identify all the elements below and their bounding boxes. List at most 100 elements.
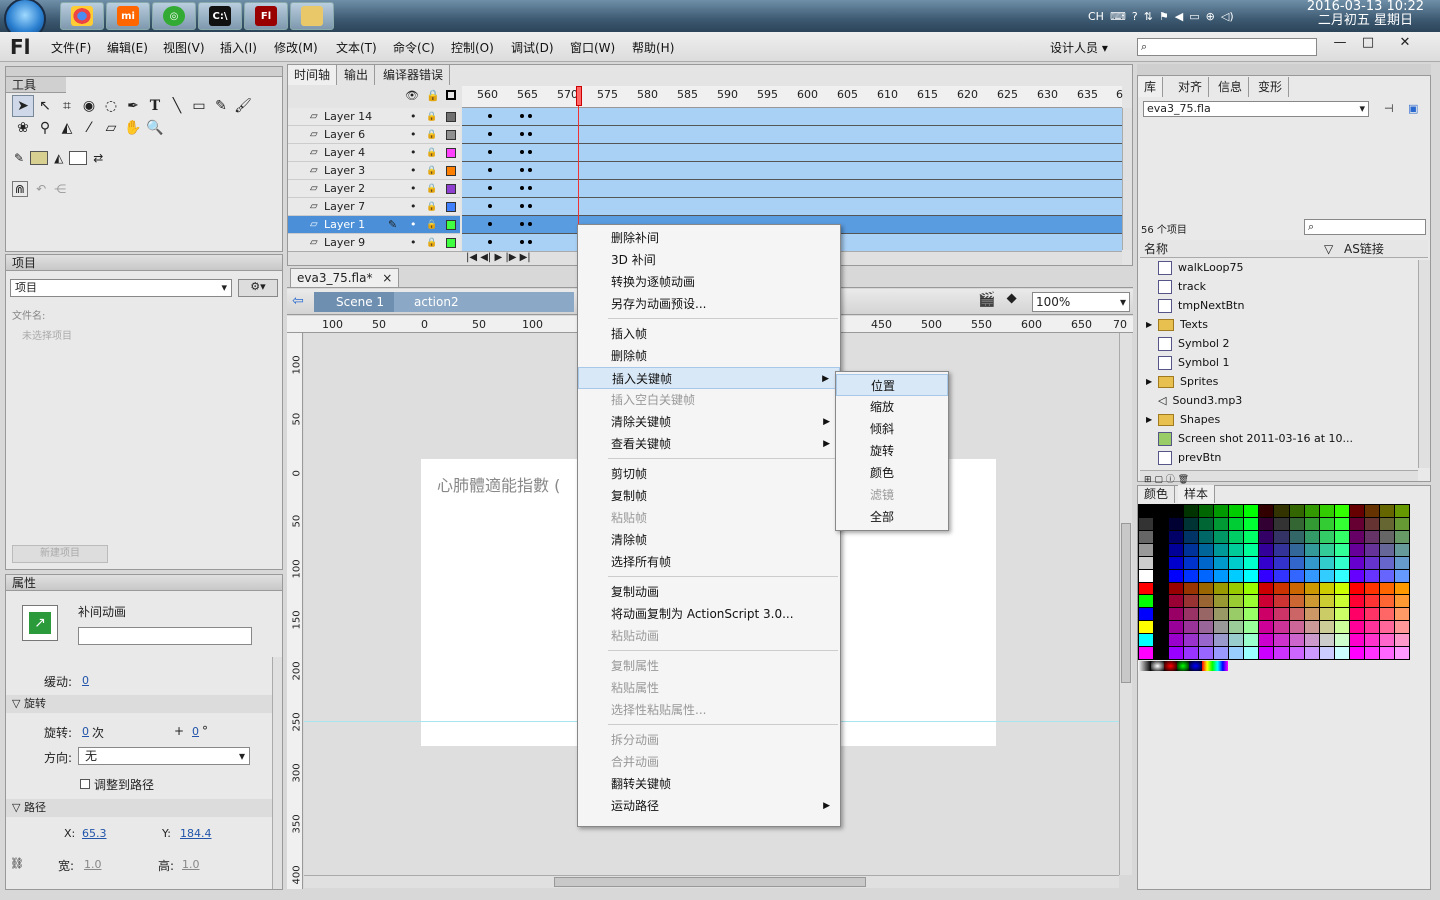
color-swatch[interactable] bbox=[1214, 647, 1229, 659]
color-swatch[interactable] bbox=[1139, 621, 1154, 634]
context-menu-item[interactable]: 插入关键帧 ▶ bbox=[578, 367, 840, 389]
color-swatch[interactable] bbox=[1394, 595, 1409, 608]
color-swatch[interactable] bbox=[1334, 543, 1349, 556]
lock-icon[interactable]: 🔒 bbox=[426, 89, 440, 102]
lasso-tool-icon[interactable]: ◌ bbox=[100, 95, 122, 117]
tab-transform[interactable]: 变形 bbox=[1252, 77, 1290, 97]
scroll-thumb[interactable] bbox=[554, 877, 866, 887]
new-symbol-icon[interactable]: ⊞ ▢ ⓘ 🗑 bbox=[1140, 475, 1189, 485]
width-value[interactable]: 1.0 bbox=[84, 858, 102, 871]
taskbar-app-terminal[interactable]: C:\ bbox=[198, 2, 242, 30]
keyframe-marker[interactable] bbox=[488, 132, 492, 136]
color-swatch[interactable] bbox=[1334, 608, 1349, 621]
scroll-thumb[interactable] bbox=[1121, 523, 1131, 683]
rotation-section-header[interactable]: ▽ 旋转 bbox=[6, 695, 272, 713]
color-swatch[interactable] bbox=[1379, 595, 1394, 608]
color-swatch[interactable] bbox=[1184, 595, 1199, 608]
menu-view[interactable]: 视图(V) bbox=[163, 39, 205, 56]
menu-text[interactable]: 文本(T) bbox=[336, 39, 377, 56]
layer-outline-color[interactable] bbox=[446, 165, 456, 176]
color-swatch[interactable] bbox=[1274, 517, 1289, 530]
keyframe-marker[interactable] bbox=[488, 168, 492, 172]
bone-tool-icon[interactable]: ⚲ bbox=[34, 117, 56, 139]
color-swatch[interactable] bbox=[1349, 556, 1364, 569]
speaker-icon[interactable]: ◁) bbox=[1221, 10, 1234, 23]
keyframe-marker[interactable] bbox=[520, 204, 524, 208]
layer-name[interactable]: Layer 7 bbox=[324, 200, 394, 213]
keyframe-marker[interactable] bbox=[520, 240, 524, 244]
color-swatch[interactable] bbox=[1334, 569, 1349, 582]
keyframe-marker[interactable] bbox=[520, 222, 524, 226]
library-search-input[interactable]: ⌕ bbox=[1304, 219, 1426, 235]
visibility-dot-icon[interactable]: • bbox=[410, 236, 417, 249]
keyframe-marker[interactable] bbox=[520, 186, 524, 190]
color-swatch[interactable] bbox=[1154, 543, 1169, 556]
taskbar-app-explorer[interactable] bbox=[290, 2, 334, 30]
color-swatch[interactable] bbox=[1259, 530, 1274, 543]
keyframe-marker[interactable] bbox=[528, 204, 532, 208]
snap-magnet-icon[interactable]: ⋒ bbox=[12, 181, 29, 197]
sort-icon[interactable]: ▽ bbox=[1324, 240, 1333, 258]
color-swatch[interactable] bbox=[1244, 505, 1259, 517]
keyframe-marker[interactable] bbox=[520, 132, 524, 136]
expand-arrow-icon[interactable]: ▶ bbox=[1146, 415, 1152, 424]
color-swatch[interactable] bbox=[1319, 582, 1334, 595]
help-icon[interactable]: ? bbox=[1132, 10, 1138, 23]
visibility-dot-icon[interactable]: • bbox=[410, 128, 417, 141]
color-swatch[interactable] bbox=[1259, 569, 1274, 582]
lock-icon[interactable]: 🔒 bbox=[426, 166, 437, 176]
context-menu-item[interactable]: 选择所有帧 bbox=[578, 551, 840, 573]
color-swatch[interactable] bbox=[1394, 505, 1409, 517]
layer-row[interactable]: ▱ Layer 4 • 🔒 bbox=[288, 144, 460, 162]
context-menu-item[interactable]: 清除关键帧 ▶ bbox=[578, 411, 840, 433]
color-swatch[interactable] bbox=[1379, 569, 1394, 582]
keyframe-marker[interactable] bbox=[528, 222, 532, 226]
color-swatch[interactable] bbox=[1154, 634, 1169, 647]
stroke-color-swatch[interactable] bbox=[30, 151, 49, 165]
library-item[interactable]: walkLoop75 bbox=[1142, 258, 1244, 277]
color-swatch[interactable] bbox=[1349, 569, 1364, 582]
frame-span[interactable] bbox=[462, 108, 1122, 126]
context-menu-item[interactable]: 复制动画 bbox=[578, 581, 840, 603]
color-swatch[interactable] bbox=[1394, 569, 1409, 582]
gradient-swatch[interactable] bbox=[1138, 661, 1151, 671]
layer-outline-color[interactable] bbox=[446, 183, 456, 194]
layer-name[interactable]: Layer 14 bbox=[324, 110, 394, 123]
color-swatch[interactable] bbox=[1259, 505, 1274, 517]
taskbar-app-chrome[interactable] bbox=[60, 2, 104, 30]
color-swatch[interactable] bbox=[1379, 556, 1394, 569]
edit-scene-icon[interactable]: 🎬 bbox=[978, 292, 995, 308]
color-swatch[interactable] bbox=[1349, 634, 1364, 647]
properties-scrollbar[interactable] bbox=[272, 657, 282, 889]
color-swatch[interactable] bbox=[1139, 517, 1154, 530]
zoom-dropdown[interactable]: 100% ▾ bbox=[1032, 292, 1130, 312]
swap-colors-icon[interactable]: ⇄ bbox=[93, 151, 103, 165]
color-swatch[interactable] bbox=[1349, 530, 1364, 543]
color-swatch[interactable] bbox=[1139, 634, 1154, 647]
x-value[interactable]: 65.3 bbox=[82, 827, 107, 840]
visibility-dot-icon[interactable]: • bbox=[410, 200, 417, 213]
layer-name[interactable]: Layer 2 bbox=[324, 182, 394, 195]
context-menu-item[interactable]: 复制帧 bbox=[578, 485, 840, 507]
color-swatch[interactable] bbox=[1154, 647, 1169, 659]
color-swatch[interactable] bbox=[1214, 569, 1229, 582]
color-swatch[interactable] bbox=[1334, 517, 1349, 530]
color-swatch[interactable] bbox=[1154, 556, 1169, 569]
gradient-swatches[interactable] bbox=[1138, 661, 1229, 671]
color-swatch[interactable] bbox=[1349, 595, 1364, 608]
stage-title-text[interactable]: 心肺體適能指數 ( bbox=[437, 472, 560, 496]
color-swatch[interactable] bbox=[1139, 505, 1154, 517]
color-swatch[interactable] bbox=[1334, 595, 1349, 608]
keyframe-marker[interactable] bbox=[488, 114, 492, 118]
frame-span[interactable] bbox=[462, 180, 1122, 198]
frame-span[interactable] bbox=[462, 144, 1122, 162]
color-swatch[interactable] bbox=[1289, 608, 1304, 621]
layer-outline-color[interactable] bbox=[446, 129, 456, 140]
plus-icon[interactable]: ⊕ bbox=[1206, 10, 1215, 23]
color-swatch[interactable] bbox=[1184, 505, 1199, 517]
edit-symbol-icon[interactable]: ⯁ bbox=[1006, 292, 1017, 308]
pencil-tool-icon[interactable]: ✎ bbox=[210, 95, 232, 117]
color-swatch[interactable] bbox=[1184, 621, 1199, 634]
color-swatch[interactable] bbox=[1274, 647, 1289, 659]
color-swatch[interactable] bbox=[1199, 647, 1214, 659]
